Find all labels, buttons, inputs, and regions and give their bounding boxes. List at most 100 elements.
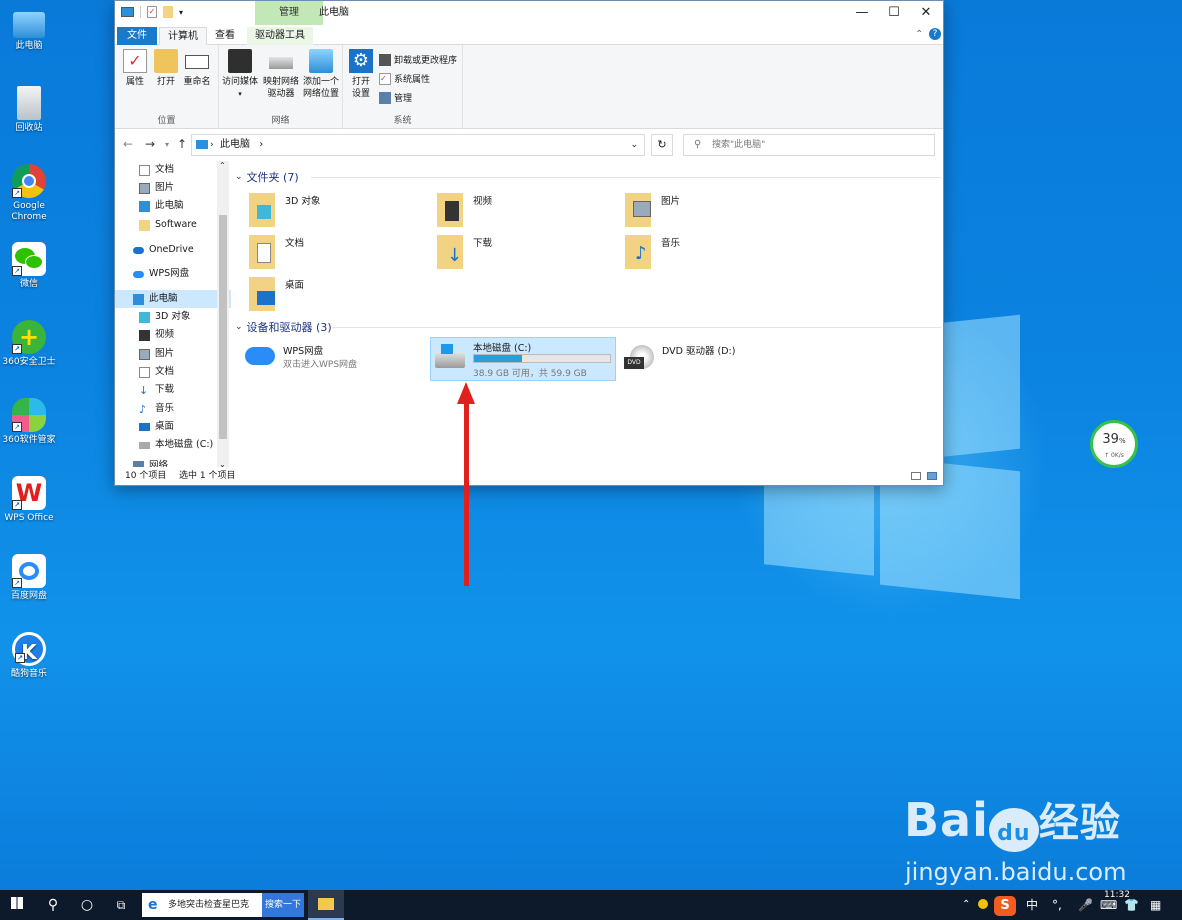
details-view-icon[interactable] [911, 472, 921, 480]
desktop-icon [139, 423, 150, 431]
large-icons-view-icon[interactable] [927, 472, 937, 480]
nav-item-documents-2[interactable]: 文档 [115, 363, 231, 381]
manage-button[interactable]: 管理 [379, 91, 412, 104]
desktop-icon-label: 360软件管家 [2, 435, 56, 445]
add-network-location-button[interactable]: 添加一个 网络位置 [301, 49, 341, 100]
start-button[interactable] [0, 890, 34, 920]
task-view-icon: ⧉ [116, 898, 126, 912]
new-folder-qat-icon[interactable] [163, 6, 173, 18]
toolbox-icon[interactable]: ▦ [1150, 890, 1161, 920]
address-field[interactable]: › 此电脑 › ⌄ [191, 134, 645, 156]
folder-desktop[interactable]: 桌面 [235, 275, 415, 315]
folder-videos[interactable]: 视频 [423, 191, 603, 231]
section-header-folders[interactable]: ⌄ 文件夹 (7) [235, 169, 299, 185]
drive-local-disk-c[interactable]: 本地磁盘 (C:) 38.9 GB 可用，共 59.9 GB [430, 337, 616, 381]
refresh-button[interactable]: ↻ [651, 134, 673, 156]
tab-computer[interactable]: 计算机 [159, 27, 207, 45]
desktop-icon-kugou[interactable]: K ↗ 酷狗音乐 [2, 632, 56, 680]
scroll-up-icon[interactable]: ⌃ [219, 161, 226, 170]
desktop-icon-recycle-bin[interactable]: 回收站 [2, 86, 56, 134]
search-button[interactable]: ⚲ [36, 890, 70, 920]
nav-item-this-pc[interactable]: 此电脑 [115, 290, 231, 308]
qat-dropdown-icon[interactable]: ▾ [179, 8, 183, 17]
tray-360-icon[interactable] [978, 890, 988, 920]
open-settings-button[interactable]: ⚙ 打开 设置 [347, 49, 375, 100]
taskbar-search-box[interactable]: e 多地突击检查星巴克 [142, 893, 262, 917]
ie-icon: e [148, 897, 158, 913]
up-arrow-icon[interactable]: ↑ [177, 137, 187, 151]
title-bar[interactable]: ✓ ▾ 管理 此电脑 — ☐ ✕ [115, 1, 943, 25]
nav-item-desktop[interactable]: 桌面 [115, 418, 231, 436]
desktop-icon-baidu-netdisk[interactable]: ↗ 百度网盘 [2, 554, 56, 602]
nav-item-pictures[interactable]: 图片📌 [115, 179, 231, 197]
access-media-button[interactable]: 访问媒体 ▾ [221, 49, 259, 100]
map-network-drive-button[interactable]: 映射网络 驱动器 [261, 49, 301, 100]
nav-item-3d-objects[interactable]: 3D 对象 [115, 308, 231, 326]
maximize-button[interactable]: ☐ [877, 1, 911, 25]
ime-chinese-indicator[interactable]: 中 [1026, 890, 1038, 920]
recent-dropdown-icon[interactable]: ▾ [165, 140, 169, 149]
wps-icon: W ↗ [12, 476, 46, 510]
properties-qat-icon[interactable]: ✓ [147, 6, 157, 18]
gear-icon: ⚙ [349, 49, 373, 73]
desktop-icon-chrome[interactable]: ↗ Google Chrome [2, 164, 56, 223]
properties-button[interactable]: ✓ 属性 [121, 49, 149, 88]
open-button[interactable]: 打开 [153, 49, 179, 88]
rename-button[interactable]: 重命名 [181, 49, 213, 88]
clock[interactable]: 11:32 [1104, 890, 1130, 900]
desktop-icon-wechat[interactable]: ↗ 微信 [2, 242, 56, 290]
pictures-icon [139, 348, 150, 360]
nav-item-downloads[interactable]: ↓ 下载 [115, 381, 231, 399]
microphone-icon[interactable]: 🎤 [1078, 890, 1093, 920]
nav-item-music[interactable]: ♪ 音乐 [115, 400, 231, 418]
back-arrow-icon[interactable]: ← [123, 137, 133, 151]
taskbar-file-explorer[interactable] [308, 890, 344, 920]
uninstall-programs-button[interactable]: 卸载或更改程序 [379, 53, 457, 66]
desktop-icon-360-software[interactable]: ↗ 360软件管家 [2, 398, 56, 446]
folder-pictures[interactable]: 图片 [611, 191, 791, 231]
task-view-button[interactable]: ⧉ [104, 890, 138, 920]
address-dropdown-icon[interactable]: ⌄ [630, 135, 638, 155]
collapse-ribbon-icon[interactable]: ⌃ [915, 29, 923, 40]
nav-item-wps-cloud[interactable]: WPS网盘 [115, 265, 231, 283]
folder-documents[interactable]: 文档 [235, 233, 415, 273]
nav-pane-scrollbar[interactable]: ⌃ ⌄ [217, 161, 229, 469]
forward-arrow-icon[interactable]: → [145, 137, 155, 151]
tab-file[interactable]: 文件 [117, 27, 157, 45]
manage-icon [379, 91, 391, 104]
desktop-icon-this-pc[interactable]: 此电脑 [2, 8, 56, 52]
desktop-icon-wps[interactable]: W ↗ WPS Office [2, 476, 56, 524]
tab-view[interactable]: 查看 [207, 27, 243, 45]
scrollbar-thumb[interactable] [219, 215, 227, 439]
network-speed-widget[interactable]: 39% ↑ 0K/s [1090, 420, 1138, 468]
drive-dvd-d[interactable]: DVD DVD 驱动器 (D:) [620, 339, 800, 383]
cortana-button[interactable]: ○ [70, 890, 104, 920]
content-pane: ⌄ 文件夹 (7) 3D 对象 视频 图片 文档 ↓ 下载 ♪ 音乐 桌面 ⌄ … [235, 161, 943, 469]
folder-3d-objects[interactable]: 3D 对象 [235, 191, 415, 231]
nav-item-software[interactable]: Software📌 [115, 216, 231, 234]
help-icon[interactable]: ? [929, 28, 941, 40]
punctuation-icon[interactable]: °, [1052, 890, 1062, 920]
computer-icon [139, 200, 150, 212]
system-properties-button[interactable]: ✓ 系统属性 [379, 72, 430, 85]
nav-item-this-pc-quick[interactable]: 此电脑📌 [115, 197, 231, 215]
section-header-devices[interactable]: ⌄ 设备和驱动器 (3) [235, 319, 332, 335]
nav-item-pictures-2[interactable]: 图片 [115, 345, 231, 363]
drive-wps-cloud[interactable]: WPS网盘 双击进入WPS网盘 [241, 339, 421, 383]
close-button[interactable]: ✕ [909, 1, 943, 25]
sogou-ime-icon[interactable]: S [994, 890, 1016, 920]
nav-item-local-disk-c[interactable]: 本地磁盘 (C:) [115, 436, 231, 454]
minimize-button[interactable]: — [845, 1, 879, 25]
folder-downloads[interactable]: ↓ 下载 [423, 233, 603, 273]
nav-item-documents[interactable]: 文档📌 [115, 161, 231, 179]
nav-item-videos[interactable]: 视频 [115, 326, 231, 344]
search-input[interactable]: ⚲ 搜索"此电脑" [683, 134, 935, 156]
desktop-icon-360-safe[interactable]: + ↗ 360安全卫士 [2, 320, 56, 368]
breadcrumb-this-pc[interactable]: 此电脑 [220, 139, 250, 150]
tab-manage[interactable]: 管理 [255, 1, 323, 25]
taskbar-search-submit[interactable]: 搜索一下 [262, 893, 304, 917]
tray-expand-icon[interactable]: ⌃ [962, 890, 970, 920]
nav-item-onedrive[interactable]: OneDrive [115, 241, 231, 259]
3d-objects-icon [139, 311, 150, 323]
folder-music[interactable]: ♪ 音乐 [611, 233, 791, 273]
